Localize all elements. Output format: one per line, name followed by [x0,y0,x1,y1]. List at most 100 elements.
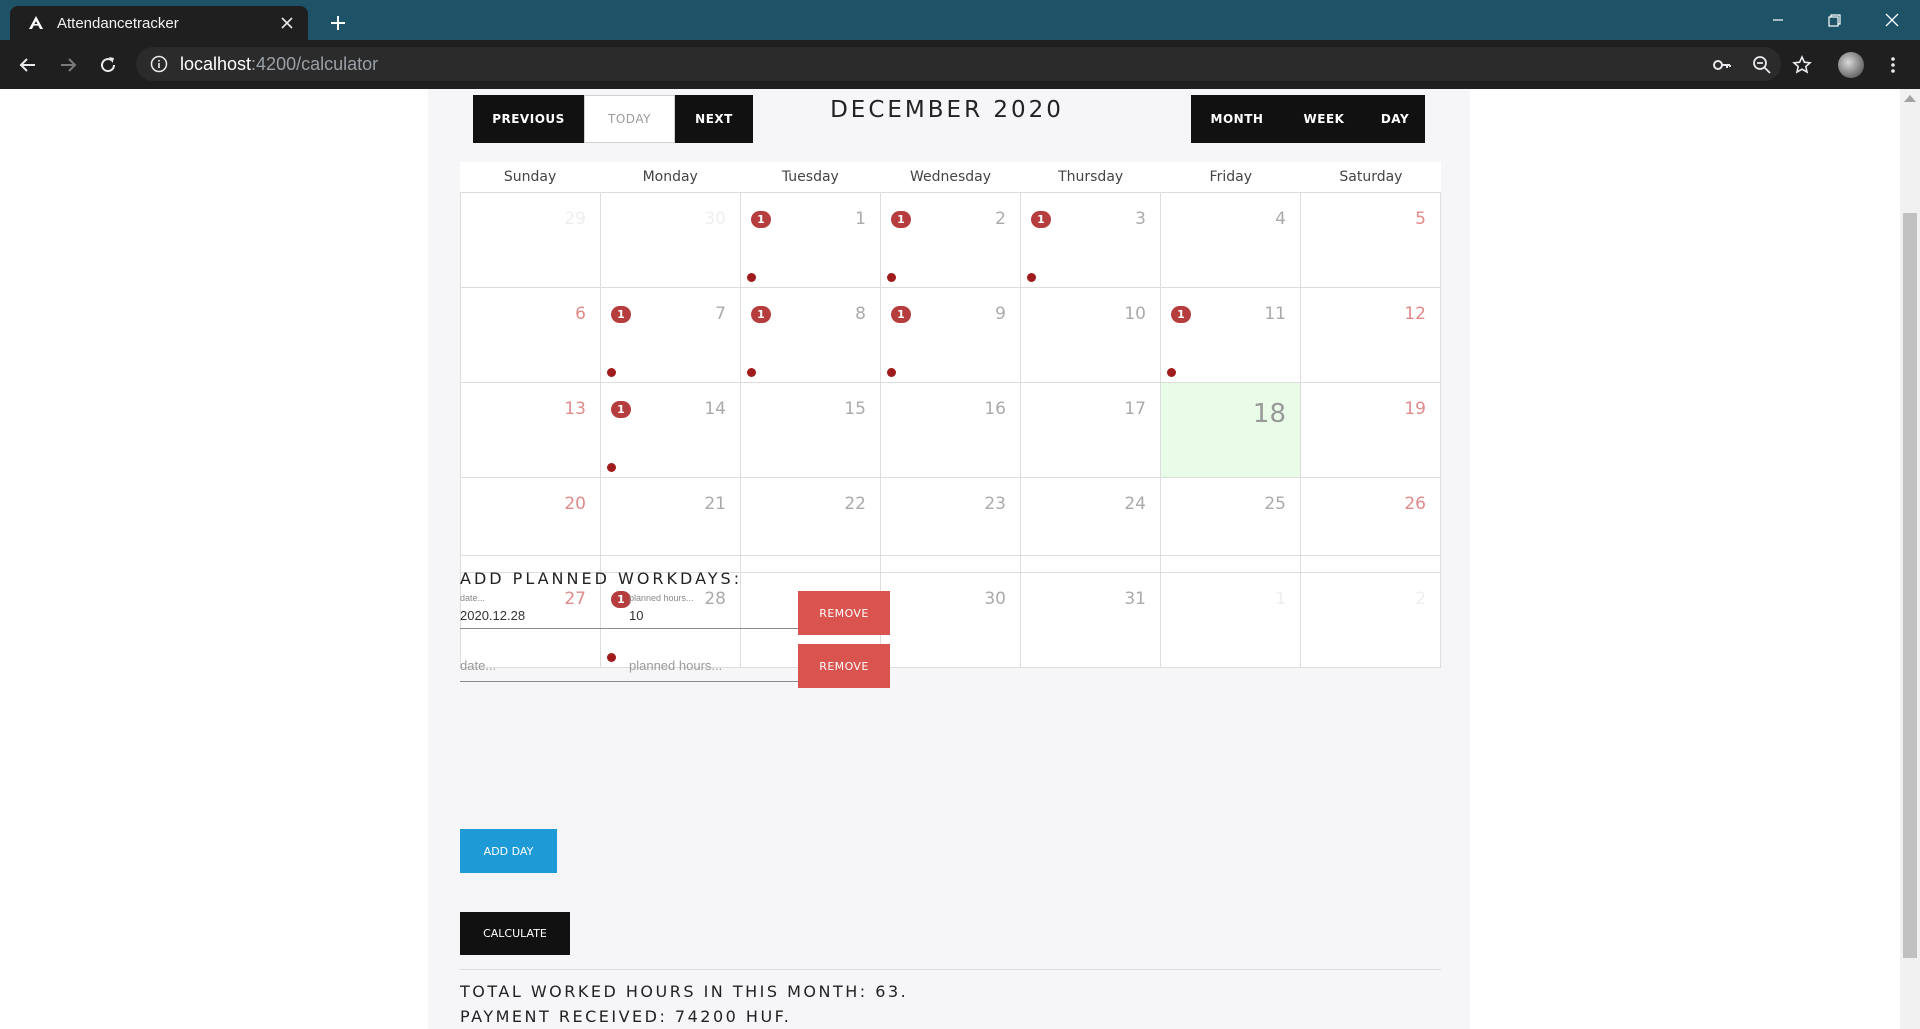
planned-workdays-title: ADD PLANNED WORKDAYS: [460,569,743,588]
event-count-badge[interactable]: 1 [1171,306,1191,323]
calendar-day-cell[interactable]: 24 [1021,478,1161,573]
calendar-day-cell[interactable]: 26 [1301,478,1441,573]
weekday-header-row: Sunday Monday Tuesday Wednesday Thursday… [460,162,1441,192]
calendar-day-cell[interactable]: 71 [601,288,741,383]
today-button[interactable]: TODAY [584,95,675,143]
event-count-badge[interactable]: 1 [891,211,911,228]
calendar-day-cell[interactable]: 81 [741,288,881,383]
profile-avatar[interactable] [1838,52,1864,78]
bookmark-star-icon[interactable] [1789,52,1815,78]
address-bar[interactable]: localhost:4200/calculator [136,47,1781,81]
menu-dots-icon[interactable] [1880,52,1906,78]
day-number: 30 [704,209,726,229]
event-count-badge[interactable]: 1 [751,306,771,323]
planned-hours-field[interactable]: planned hours... 10 [629,591,798,629]
date-field[interactable]: date... 2020.12.28 [460,591,629,629]
scroll-up-arrow-icon[interactable] [1904,95,1916,102]
event-dot [1027,273,1036,282]
day-number: 22 [844,494,866,514]
planned-day-row: date... 2020.12.28 planned hours... 10 R… [460,591,895,635]
day-number: 21 [704,494,726,514]
new-tab-icon[interactable] [325,10,351,36]
calendar-day-cell[interactable]: 25 [1161,478,1301,573]
date-field-value: 2020.12.28 [460,608,526,623]
calendar-week-row: 13 14 1 15 16 17 18 19 [461,383,1441,478]
remove-button[interactable]: REMOVE [798,591,890,635]
zoom-out-icon[interactable] [1749,52,1775,78]
calendar-day-cell[interactable]: 10 [1021,288,1161,383]
calendar-day-cell[interactable]: 11 1 [1161,288,1301,383]
scrollbar-thumb[interactable] [1903,213,1917,958]
weekday-label: Thursday [1058,169,1124,185]
calendar-day-cell[interactable]: 6 [461,288,601,383]
calendar-day-cell-today[interactable]: 18 [1161,383,1301,478]
day-number: 18 [1252,399,1286,429]
close-window-icon[interactable] [1864,0,1920,40]
calendar-day-cell[interactable]: 17 [1021,383,1161,478]
calendar-day-cell[interactable]: 5 [1301,193,1441,288]
info-icon[interactable] [150,55,168,73]
calendar-day-cell[interactable]: 19 [1301,383,1441,478]
day-number: 17 [1124,399,1146,419]
planned-hours-label: planned hours... [629,593,694,603]
calendar-day-cell[interactable]: 16 [881,383,1021,478]
restore-icon[interactable] [1806,0,1862,40]
calendar-day-cell[interactable]: 15 [741,383,881,478]
event-dot [607,463,616,472]
calendar-day-cell[interactable]: 23 [881,478,1021,573]
event-count-badge[interactable]: 1 [1031,211,1051,228]
calendar-day-cell[interactable]: 2 [1301,573,1441,668]
minimize-icon[interactable] [1750,0,1806,40]
calendar-day-cell[interactable]: 31 [1021,573,1161,668]
event-count-badge[interactable]: 1 [611,401,631,418]
forward-icon[interactable] [55,52,81,78]
browser-tab-strip: Attendancetracker [0,0,1920,40]
week-view-button[interactable]: WEEK [1283,95,1365,143]
day-number: 11 [1264,304,1286,324]
calendar-day-cell[interactable]: 91 [881,288,1021,383]
calendar-day-cell[interactable]: 31 [1021,193,1161,288]
event-count-badge[interactable]: 1 [751,211,771,228]
calendar-day-cell[interactable]: 29 [461,193,601,288]
calendar-week-row: 6 7 1 8 1 9 1 10 11 1 12 [461,288,1441,383]
reload-icon[interactable] [95,52,121,78]
day-number: 25 [1264,494,1286,514]
date-placeholder: date... [460,658,497,673]
browser-tab[interactable]: Attendancetracker [10,6,308,40]
calendar-day-cell[interactable]: 30 [601,193,741,288]
day-number: 29 [564,209,586,229]
calendar-day-cell[interactable]: 4 [1161,193,1301,288]
calendar-day-cell[interactable]: 14 1 [601,383,741,478]
calendar-day-cell[interactable]: 1 [1161,573,1301,668]
remove-button[interactable]: REMOVE [798,644,890,688]
event-count-badge[interactable]: 1 [891,306,911,323]
calendar-day-cell[interactable]: 20 [461,478,601,573]
planned-hours-field[interactable]: planned hours... [629,644,798,682]
month-view-button[interactable]: MONTH [1191,95,1283,143]
calculate-button[interactable]: CALCULATE [460,912,570,955]
page-viewport: PREVIOUS TODAY NEXT DECEMBER 2020 MONTH … [0,89,1900,1029]
calendar-day-cell[interactable]: 22 [741,478,881,573]
calendar-day-cell[interactable]: 30 [881,573,1021,668]
calendar-day-cell[interactable]: 21 [601,478,741,573]
day-number: 13 [564,399,586,419]
close-tab-icon[interactable] [274,10,300,36]
calendar-day-cell[interactable]: 12 [1301,288,1441,383]
day-number: 9 [995,304,1006,324]
event-count-badge[interactable]: 1 [611,306,631,323]
calendar-week-row: 20 21 22 23 24 25 26 [461,478,1441,573]
calendar-day-cell[interactable]: 21 [881,193,1021,288]
key-icon[interactable] [1709,52,1735,78]
calendar-day-cell[interactable]: 11 [741,193,881,288]
previous-button[interactable]: PREVIOUS [473,95,584,143]
add-day-button[interactable]: ADD DAY [460,829,557,873]
date-field[interactable]: date... [460,644,629,682]
day-number: 1 [1275,589,1286,609]
day-number: 19 [1404,399,1426,419]
weekday-label: Wednesday [909,169,992,185]
back-icon[interactable] [15,52,41,78]
next-button[interactable]: NEXT [675,95,753,143]
calendar-day-cell[interactable]: 13 [461,383,601,478]
calendar-title: DECEMBER 2020 [830,97,1064,123]
day-view-button[interactable]: DAY [1365,95,1425,143]
